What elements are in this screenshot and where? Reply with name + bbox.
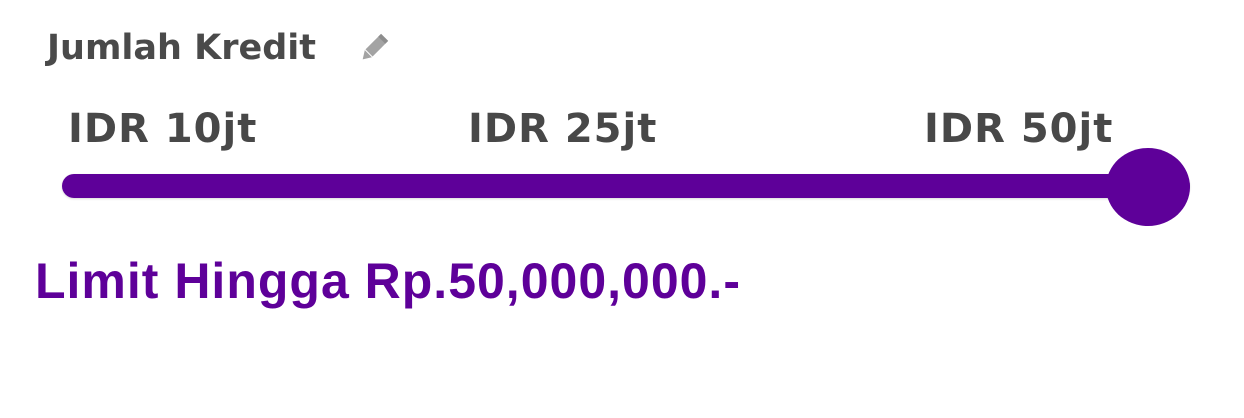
pencil-icon[interactable]	[356, 30, 392, 66]
tick-label-25jt: IDR 25jt	[468, 106, 658, 152]
credit-amount-header: Jumlah Kredit	[47, 24, 392, 72]
slider-track[interactable]	[62, 174, 1190, 198]
credit-amount-slider[interactable]	[58, 148, 1198, 228]
tick-label-10jt: IDR 10jt	[68, 106, 258, 152]
credit-limit-text: Limit Hingga Rp.50,000,000.-	[35, 253, 741, 309]
page-title: Jumlah Kredit	[47, 28, 317, 68]
tick-label-50jt: IDR 50jt	[924, 106, 1114, 152]
slider-thumb[interactable]	[1106, 148, 1190, 226]
